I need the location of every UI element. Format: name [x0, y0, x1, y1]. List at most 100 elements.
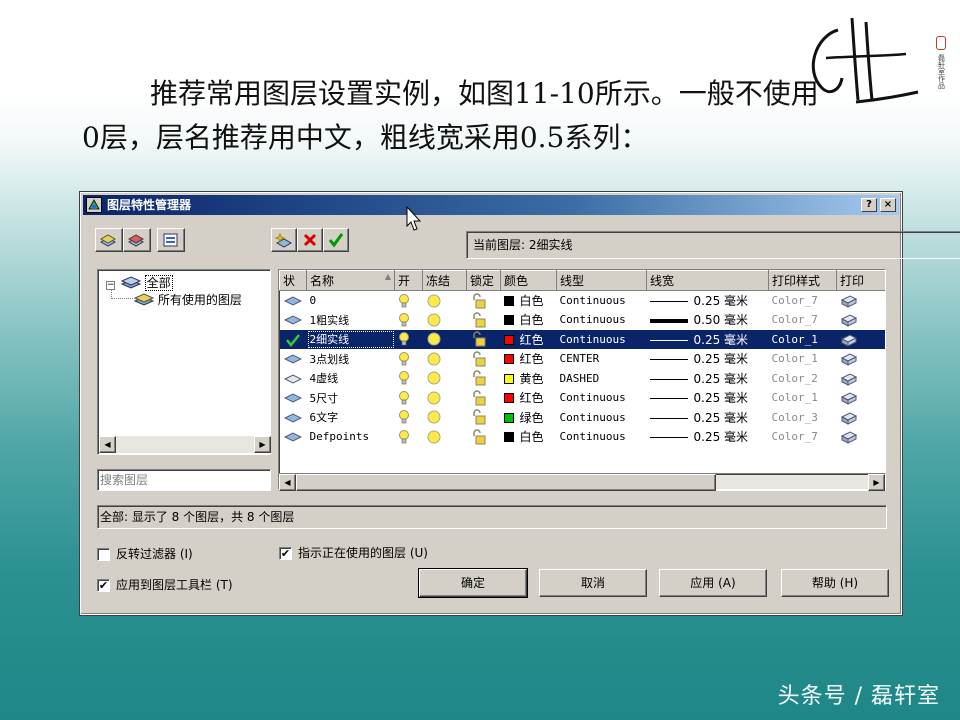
grid-scroll-left-icon[interactable]: ◀ — [279, 474, 296, 491]
layer-lineweight-cell[interactable]: 0.25 毫米 — [647, 408, 769, 428]
search-layers-input[interactable]: 搜索图层 — [97, 469, 271, 491]
layer-on-cell[interactable] — [395, 310, 423, 330]
layer-name-cell[interactable]: 1粗实线 — [307, 310, 395, 330]
layer-lineweight-cell[interactable]: 0.25 毫米 — [647, 388, 769, 408]
layer-plotstyle-cell[interactable]: Color_7 — [769, 427, 837, 447]
layer-plot-cell[interactable] — [837, 427, 886, 447]
layer-plotstyle-cell[interactable]: Color_2 — [769, 369, 837, 389]
layer-lock-cell[interactable] — [467, 310, 501, 330]
layer-plotstyle-cell[interactable]: Color_7 — [769, 291, 837, 311]
col-linetype[interactable]: 线型 — [556, 270, 647, 291]
layer-freeze-cell[interactable] — [423, 310, 467, 330]
layer-row[interactable]: 0 白色 Continuous 0.25 毫米 Color_7 — [280, 291, 886, 311]
layer-lock-cell[interactable] — [467, 369, 501, 389]
layer-name-cell[interactable]: 2细实线 — [306, 329, 395, 349]
layer-lock-cell[interactable] — [467, 388, 501, 408]
new-group-filter-button[interactable] — [123, 228, 151, 252]
layer-status-cell[interactable] — [280, 369, 307, 389]
layer-linetype-cell[interactable]: Continuous — [556, 329, 647, 349]
col-on[interactable]: 开 — [394, 270, 423, 291]
col-status[interactable]: 状 — [279, 270, 307, 291]
layer-row[interactable]: 6文字 绿色 Continuous 0.25 毫米 Color_3 — [280, 408, 886, 428]
layer-freeze-cell[interactable] — [423, 427, 467, 447]
layer-linetype-cell[interactable]: Continuous — [557, 291, 647, 311]
help-title-button[interactable]: ? — [861, 198, 877, 212]
scroll-left-icon[interactable]: ◀ — [99, 436, 116, 453]
new-filter-button[interactable] — [95, 228, 123, 252]
layer-linetype-cell[interactable]: Continuous — [557, 310, 647, 330]
layer-linetype-cell[interactable]: CENTER — [557, 349, 647, 369]
layer-row[interactable]: 4虚线 黄色 DASHED 0.25 毫米 Color_2 — [280, 369, 886, 389]
layer-freeze-cell[interactable] — [423, 349, 467, 369]
layer-plotstyle-cell[interactable]: Color_7 — [769, 310, 837, 330]
layer-name-cell[interactable]: Defpoints — [307, 427, 395, 447]
layer-plot-cell[interactable] — [836, 329, 885, 349]
layer-plot-cell[interactable] — [837, 369, 886, 389]
layer-freeze-cell[interactable] — [423, 408, 467, 428]
col-plot[interactable]: 打印 — [836, 270, 885, 291]
col-lineweight[interactable]: 线宽 — [646, 270, 769, 291]
col-freeze[interactable]: 冻结 — [422, 270, 467, 291]
layer-color-cell[interactable]: 红色 — [500, 329, 557, 349]
layer-name-cell[interactable]: 3点划线 — [307, 349, 395, 369]
cancel-button[interactable]: 取消 — [539, 569, 647, 597]
col-name[interactable]: 名称 ▲ — [306, 270, 395, 291]
layer-on-cell[interactable] — [395, 408, 423, 428]
layer-plot-cell[interactable] — [837, 291, 886, 311]
tree-node-used-layers[interactable]: 所有使用的图层 — [133, 292, 242, 308]
set-current-button[interactable] — [323, 228, 349, 252]
layer-lineweight-cell[interactable]: 0.25 毫米 — [647, 291, 769, 311]
show-in-use-box[interactable]: ✔ — [279, 546, 292, 560]
layer-lineweight-cell[interactable]: 0.25 毫米 — [647, 427, 769, 447]
layer-name-cell[interactable]: 5尺寸 — [307, 388, 395, 408]
apply-button[interactable]: 应用 (A) — [659, 569, 767, 597]
layer-linetype-cell[interactable]: Continuous — [557, 427, 647, 447]
apply-toolbar-checkbox[interactable]: ✔ 应用到图层工具栏 (T) — [97, 577, 233, 593]
layer-status-cell[interactable] — [279, 329, 307, 349]
layer-linetype-cell[interactable]: Continuous — [557, 408, 647, 428]
layer-status-cell[interactable] — [280, 291, 307, 311]
layer-on-cell[interactable] — [395, 369, 423, 389]
layer-lock-cell[interactable] — [467, 291, 501, 311]
invert-filter-checkbox[interactable]: 反转过滤器 (I) — [97, 546, 193, 562]
layer-status-cell[interactable] — [280, 388, 307, 408]
layer-lock-cell[interactable] — [467, 427, 501, 447]
layer-plot-cell[interactable] — [837, 310, 886, 330]
layer-linetype-cell[interactable]: Continuous — [557, 388, 647, 408]
layer-linetype-cell[interactable]: DASHED — [557, 369, 647, 389]
layer-plotstyle-cell[interactable]: Color_3 — [769, 408, 837, 428]
layer-freeze-cell[interactable] — [422, 329, 467, 349]
layer-name-cell[interactable]: 0 — [307, 291, 395, 311]
filter-tree[interactable]: − 全部 所有使用的图层 ◀ ▶ — [97, 269, 271, 455]
close-button[interactable]: × — [880, 198, 896, 212]
grid-scroll-right-icon[interactable]: ▶ — [868, 474, 885, 491]
layer-lock-cell[interactable] — [467, 349, 501, 369]
layer-on-cell[interactable] — [395, 388, 423, 408]
layer-color-cell[interactable]: 白色 — [501, 291, 557, 311]
layer-on-cell[interactable] — [395, 349, 423, 369]
show-in-use-checkbox[interactable]: ✔ 指示正在使用的图层 (U) — [279, 545, 428, 561]
layer-row[interactable]: 2细实线 红色 Continuous 0.25 毫米 Color_1 — [279, 329, 885, 349]
layer-plotstyle-cell[interactable]: Color_1 — [769, 388, 837, 408]
layer-on-cell[interactable] — [394, 329, 423, 349]
layer-lineweight-cell[interactable]: 0.50 毫米 — [647, 310, 769, 330]
layer-plot-cell[interactable] — [837, 388, 886, 408]
layer-lineweight-cell[interactable]: 0.25 毫米 — [646, 329, 769, 349]
layer-state-manager-button[interactable] — [157, 228, 185, 252]
layer-row[interactable]: 3点划线 红色 CENTER 0.25 毫米 Color_1 — [280, 349, 886, 369]
layer-color-cell[interactable]: 白色 — [501, 427, 557, 447]
scroll-track[interactable] — [116, 436, 254, 453]
layer-lock-cell[interactable] — [466, 329, 501, 349]
layer-on-cell[interactable] — [395, 427, 423, 447]
grid-scroll-thumb[interactable] — [296, 474, 716, 491]
layer-plot-cell[interactable] — [837, 349, 886, 369]
layer-row[interactable]: 5尺寸 红色 Continuous 0.25 毫米 Color_1 — [280, 388, 886, 408]
ok-button[interactable]: 确定 — [418, 568, 528, 598]
layer-name-cell[interactable]: 6文字 — [307, 408, 395, 428]
layer-freeze-cell[interactable] — [423, 369, 467, 389]
delete-layer-button[interactable] — [297, 228, 323, 252]
col-color[interactable]: 颜色 — [500, 270, 557, 291]
col-lock[interactable]: 锁定 — [466, 270, 501, 291]
layer-status-cell[interactable] — [280, 408, 307, 428]
layer-row[interactable]: Defpoints 白色 Continuous 0.25 毫米 Color_7 — [280, 427, 886, 447]
